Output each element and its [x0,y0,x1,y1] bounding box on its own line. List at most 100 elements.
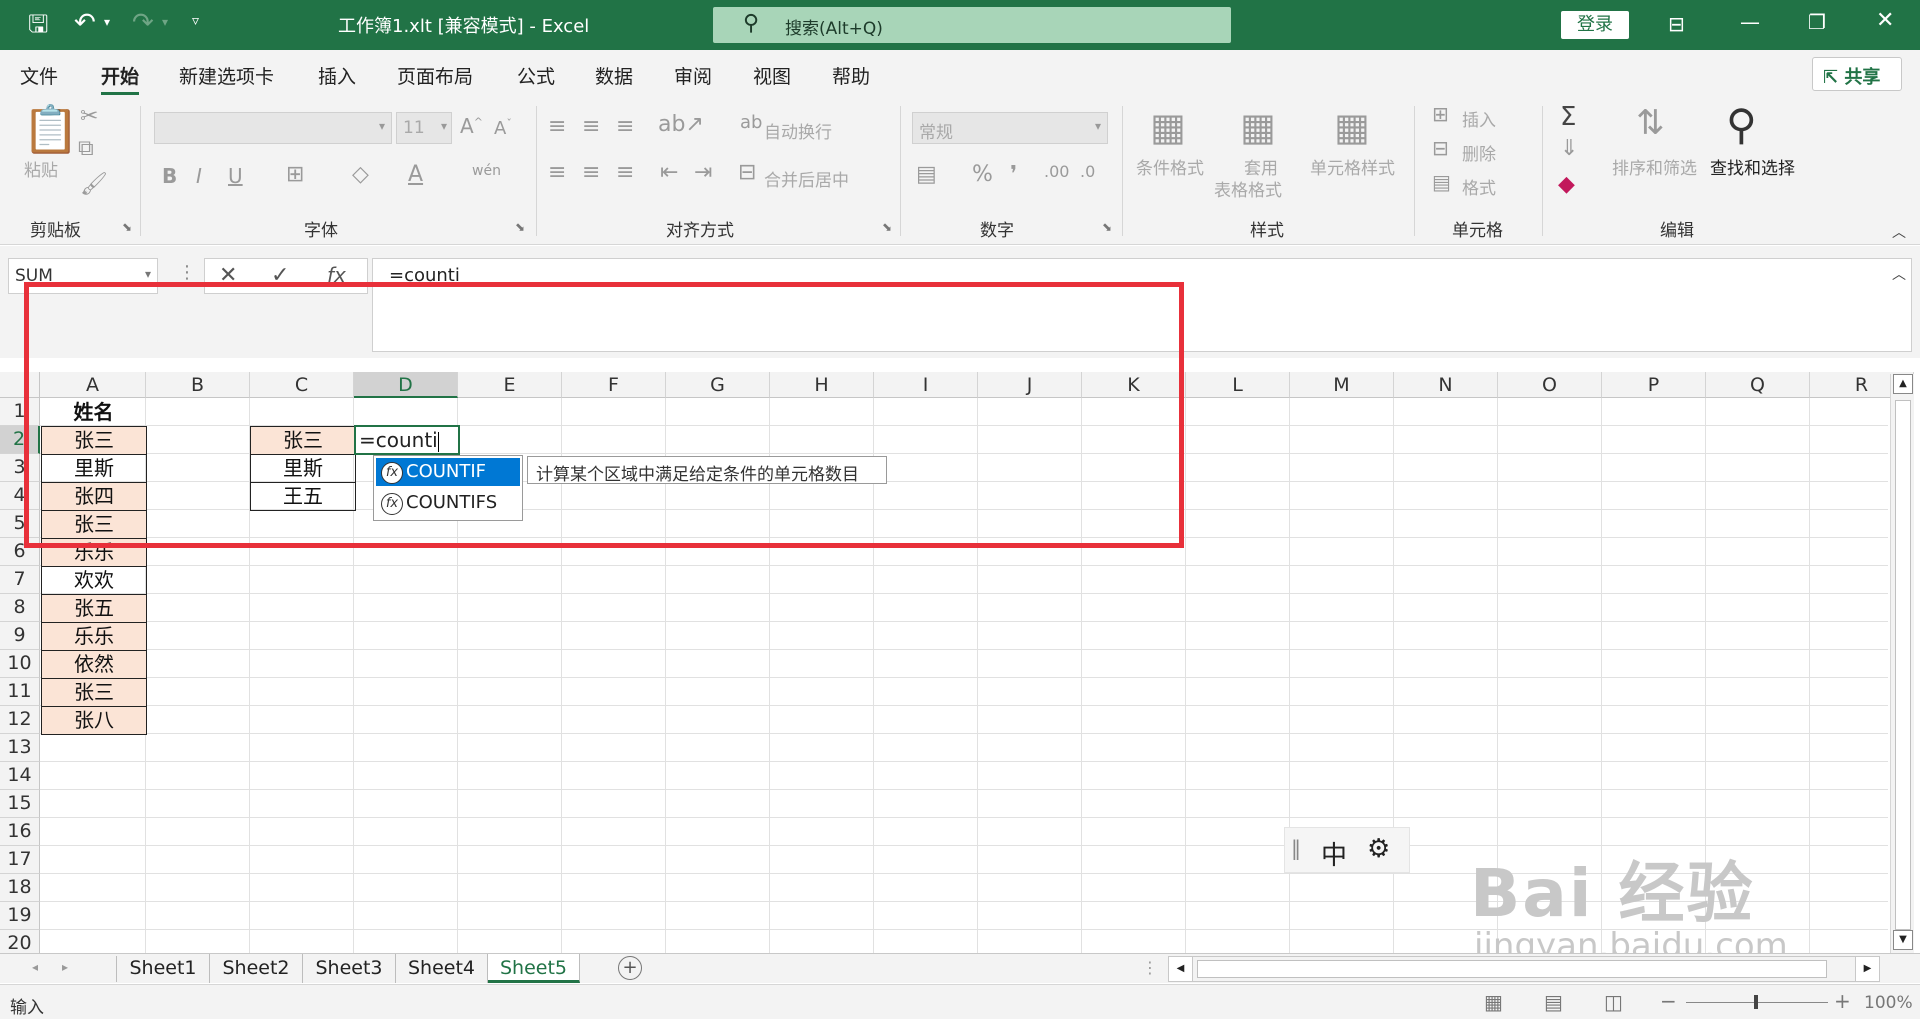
tab-help[interactable]: 帮助 [832,62,870,89]
cell-a10[interactable]: 依然 [41,650,147,679]
increase-font-icon[interactable]: A^ [460,116,483,136]
column-header-n[interactable]: N [1394,372,1498,398]
zoom-level[interactable]: 100% [1864,993,1913,1013]
row-header-10[interactable]: 10 [0,650,40,678]
column-header-m[interactable]: M [1290,372,1394,398]
format-cells-icon[interactable]: ▤ [1432,172,1451,192]
column-header-q[interactable]: Q [1706,372,1810,398]
ime-mode-label[interactable]: 中 [1321,835,1347,872]
next-sheet-icon[interactable]: ▸ [62,960,68,974]
horizontal-scrollbar[interactable]: ◀ ▶ [1168,956,1880,982]
cell-a7[interactable]: 欢欢 [41,566,147,595]
login-button[interactable]: 登录 [1561,11,1629,39]
prev-sheet-icon[interactable]: ◂ [32,960,38,974]
row-header-17[interactable]: 17 [0,846,40,874]
align-top-icon[interactable]: ≡ [548,116,566,138]
sheet-tab-2[interactable]: Sheet2 [210,954,303,983]
italic-icon[interactable]: I [196,166,202,186]
scroll-down-icon[interactable]: ▼ [1893,930,1913,950]
tab-page-layout[interactable]: 页面布局 [397,62,473,89]
cell-a8[interactable]: 张五 [41,594,147,623]
tab-view[interactable]: 视图 [753,62,791,89]
column-header-o[interactable]: O [1498,372,1602,398]
bold-icon[interactable]: B [162,166,177,186]
collapse-ribbon-icon[interactable]: ︿ [1892,222,1906,242]
undo-dropdown-icon[interactable]: ▾ [104,15,110,29]
align-middle-icon[interactable]: ≡ [582,116,600,138]
sort-filter-button[interactable]: 排序和筛选 [1612,154,1697,179]
page-break-view-icon[interactable]: ◫ [1604,990,1623,1014]
align-bottom-icon[interactable]: ≡ [616,116,634,138]
tab-insert[interactable]: 插入 [318,62,356,89]
autosum-icon[interactable]: Σ [1560,102,1576,132]
row-header-11[interactable]: 11 [0,678,40,706]
scroll-left-icon[interactable]: ◀ [1169,957,1193,981]
chevron-down-icon[interactable]: ▾ [145,267,151,281]
customize-qat-icon[interactable]: ▿ [192,13,199,29]
ribbon-display-icon[interactable]: ⊟ [1668,12,1685,36]
row-header-12[interactable]: 12 [0,706,40,734]
paste-icon[interactable]: 📋 [22,106,79,152]
merge-center-icon[interactable]: ⊟ [738,162,756,184]
insert-cells-icon[interactable]: ⊞ [1432,104,1449,124]
row-header-14[interactable]: 14 [0,762,40,790]
row-header-13[interactable]: 13 [0,734,40,762]
normal-view-icon[interactable]: ▦ [1484,990,1503,1014]
currency-icon[interactable]: ▤ [916,164,937,186]
sheet-tab-4[interactable]: Sheet4 [396,954,488,983]
number-format-dropdown[interactable]: 常规 ▾ [912,112,1108,144]
column-header-l[interactable]: L [1186,372,1290,398]
formula-bar-grip-icon[interactable]: ⋮ [178,262,196,283]
align-left-icon[interactable]: ≡ [548,162,566,184]
paste-label[interactable]: 粘贴 [24,156,58,181]
wrap-text-icon[interactable]: ab [740,114,762,132]
increase-indent-icon[interactable]: ⇥ [694,162,712,184]
fill-color-icon[interactable]: ◇ [352,164,369,186]
cut-icon[interactable]: ✂ [80,106,98,128]
save-icon[interactable]: 🖫 [28,12,48,36]
ime-toolbar[interactable]: ‖ 中 ⚙ [1284,827,1410,873]
orientation-icon[interactable]: ab↗ [658,114,704,136]
minimize-icon[interactable]: — [1740,10,1760,34]
cell-a12[interactable]: 张八 [41,706,147,735]
restore-icon[interactable]: ❐ [1808,10,1826,34]
undo-icon[interactable]: ↶ [74,10,96,36]
tab-splitter-icon[interactable]: ⋮ [1142,958,1158,977]
tab-formulas[interactable]: 公式 [517,62,555,89]
increase-decimal-icon[interactable]: .00 [1044,164,1069,180]
sheet-tab-1[interactable]: Sheet1 [117,954,210,983]
tab-data[interactable]: 数据 [595,62,633,89]
fill-icon[interactable]: ⇓ [1560,138,1578,160]
sheet-tab-5[interactable]: Sheet5 [488,954,580,983]
insert-cells-button[interactable]: 插入 [1462,106,1496,131]
close-icon[interactable]: ✕ [1876,8,1894,33]
clear-icon[interactable]: ◆ [1558,172,1575,197]
conditional-format-icon[interactable]: ▦ [1150,108,1186,146]
row-header-9[interactable]: 9 [0,622,40,650]
decrease-decimal-icon[interactable]: .0 [1080,164,1095,180]
alignment-launcher-icon[interactable]: ⬊ [882,220,892,234]
zoom-in-icon[interactable]: + [1834,989,1851,1013]
phonetic-icon[interactable]: wén [472,164,501,178]
merge-center-button[interactable]: 合并后居中 [764,166,849,191]
format-as-table-icon[interactable]: ▦ [1240,108,1276,146]
redo-icon[interactable]: ↷ [132,10,154,36]
row-header-15[interactable]: 15 [0,790,40,818]
delete-cells-button[interactable]: 删除 [1462,140,1496,165]
cell-styles-icon[interactable]: ▦ [1334,108,1370,146]
add-sheet-icon[interactable]: + [618,956,642,980]
vertical-scrollbar[interactable]: ▲ ▼ [1890,374,1914,954]
percent-icon[interactable]: % [972,164,993,186]
tab-new-tab[interactable]: 新建选项卡 [179,62,274,89]
collapse-formula-icon[interactable]: ︿ [1892,264,1906,284]
search-box[interactable]: ⚲ 搜索(Alt+Q) [713,7,1231,43]
find-select-icon[interactable]: ⚲ [1726,100,1757,149]
tab-review[interactable]: 审阅 [674,62,712,89]
row-header-18[interactable]: 18 [0,874,40,902]
wrap-text-button[interactable]: 自动换行 [764,118,832,143]
font-color-icon[interactable]: A [408,164,423,186]
scroll-thumb[interactable] [1197,960,1827,978]
row-header-7[interactable]: 7 [0,566,40,594]
scroll-thumb[interactable] [1895,400,1911,930]
scroll-right-icon[interactable]: ▶ [1855,957,1879,981]
